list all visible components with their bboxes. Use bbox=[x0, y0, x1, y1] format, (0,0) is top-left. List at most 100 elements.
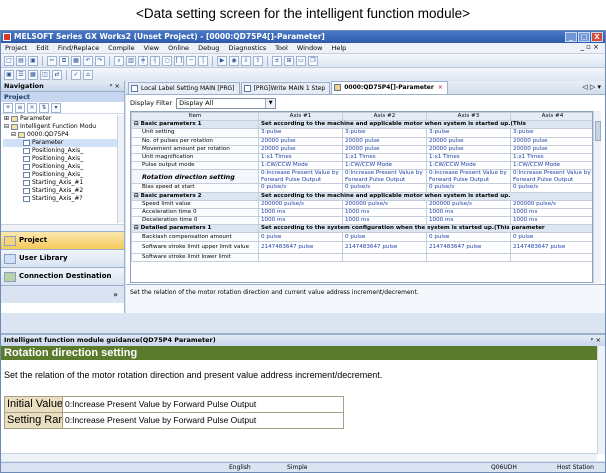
guidance-vertical-scrollbar[interactable] bbox=[597, 346, 605, 454]
guidance-horizontal-scrollbar[interactable] bbox=[1, 453, 597, 461]
tree-item[interactable]: Starting_Axis_#? bbox=[3, 195, 122, 203]
open-icon[interactable]: ▤ bbox=[16, 55, 26, 66]
minimize-button[interactable]: _ bbox=[565, 32, 577, 42]
axis-3-value-cell[interactable] bbox=[426, 252, 511, 262]
io-icon[interactable]: ⇄ bbox=[52, 69, 62, 80]
display-filter-select[interactable]: Display All ▼ bbox=[176, 97, 277, 109]
zoom-icon[interactable]: ± bbox=[272, 55, 282, 66]
tree-item[interactable]: Positioning_Axis_ bbox=[3, 147, 122, 155]
tab-parameter[interactable]: 0000:QD75P4[]-Parameter × bbox=[331, 81, 448, 94]
axis-4-value-cell[interactable]: 0 pulse bbox=[510, 232, 592, 242]
grid-icon[interactable]: ⊞ bbox=[284, 55, 294, 66]
axis-1-value-cell[interactable]: 20000 pulse bbox=[258, 136, 343, 146]
line-icon[interactable]: ─ bbox=[186, 55, 196, 66]
tree-item[interactable]: ⊟ Intelligent Function Modu bbox=[3, 123, 122, 131]
axis-1-value-cell[interactable]: 0 pulse/s bbox=[258, 183, 343, 193]
axis-2-value-cell[interactable]: 200000 pulse/s bbox=[342, 199, 427, 209]
axis-3-value-cell[interactable]: 1000 ms bbox=[426, 207, 511, 218]
axis-1-value-cell[interactable] bbox=[258, 252, 343, 262]
delete-icon[interactable]: × bbox=[27, 102, 37, 113]
axis-3-value-cell[interactable]: 0 pulse/s bbox=[426, 183, 511, 193]
axis-1-value-cell[interactable]: 0:Increase Present Value by Forward Puls… bbox=[258, 169, 343, 185]
axis-3-value-cell[interactable]: 200000 pulse/s bbox=[426, 199, 511, 209]
axis-1-value-cell[interactable]: 1000 ms bbox=[258, 216, 343, 226]
tree-item[interactable]: Starting_Axis_#1 bbox=[3, 179, 122, 187]
navigation-pin-close[interactable]: ᵖ × bbox=[110, 81, 120, 92]
axis-3-value-cell[interactable]: 1000 ms bbox=[426, 216, 511, 226]
copy-icon[interactable]: ⧉ bbox=[59, 55, 69, 66]
nav-project-button[interactable]: Project bbox=[1, 231, 124, 249]
tree-vertical-scrollbar[interactable] bbox=[117, 115, 124, 223]
grid-vertical-scrollbar[interactable] bbox=[593, 111, 601, 283]
table-icon[interactable]: ▦ bbox=[28, 69, 38, 80]
axis-2-value-cell[interactable]: 1:x1 Times bbox=[342, 152, 427, 163]
axis-4-value-cell[interactable]: 0:Increase Present Value by Forward Puls… bbox=[510, 169, 592, 185]
scroll-thumb[interactable] bbox=[595, 121, 601, 141]
contact-icon[interactable]: ┤ bbox=[150, 55, 160, 66]
nav-user-library-button[interactable]: User Library bbox=[1, 249, 124, 267]
sort-icon[interactable]: ⇅ bbox=[39, 102, 49, 113]
axis-4-value-cell[interactable]: 20000 pulse bbox=[510, 144, 592, 154]
paste-icon[interactable]: ▦ bbox=[71, 55, 81, 66]
menu-help[interactable]: Help bbox=[331, 44, 346, 52]
list-icon[interactable]: ☰ bbox=[16, 69, 26, 80]
cut-icon[interactable]: ✂ bbox=[47, 55, 57, 66]
tree-item[interactable]: ⊞ Parameter bbox=[3, 115, 122, 123]
window-icon[interactable]: ▭ bbox=[296, 55, 306, 66]
axis-2-value-cell[interactable] bbox=[342, 252, 427, 262]
axis-1-value-cell[interactable]: 0 pulse bbox=[258, 232, 343, 242]
axis-3-value-cell[interactable]: 2147483647 pulse bbox=[426, 240, 511, 254]
home-icon[interactable]: ⌂ bbox=[83, 69, 93, 80]
tab-local-label-setting[interactable]: Local Label Setting MAIN [PRG] bbox=[128, 82, 240, 94]
watch-icon[interactable]: ◫ bbox=[40, 69, 50, 80]
menu-window[interactable]: Window bbox=[297, 44, 323, 52]
menu-view[interactable]: View bbox=[144, 44, 159, 52]
mdi-controls[interactable]: _ ▫ × bbox=[580, 43, 599, 51]
read-plc-icon[interactable]: ⇧ bbox=[253, 55, 263, 66]
axis-4-value-cell[interactable]: 20000 pulse bbox=[510, 136, 592, 146]
tree-item[interactable]: Positioning_Axis_ bbox=[3, 155, 122, 163]
tree-item[interactable]: Positioning_Axis_ bbox=[3, 171, 122, 179]
function-icon[interactable]: [ ] bbox=[174, 55, 184, 66]
axis-2-value-cell[interactable]: 2147483647 pulse bbox=[342, 240, 427, 254]
axis-3-value-cell[interactable]: 20000 pulse bbox=[426, 144, 511, 154]
save-icon[interactable]: ▣ bbox=[28, 55, 38, 66]
axis-1-value-cell[interactable]: 3:pulse bbox=[258, 128, 343, 138]
menu-online[interactable]: Online bbox=[168, 44, 189, 52]
axis-4-value-cell[interactable] bbox=[510, 252, 592, 262]
axis-4-value-cell[interactable]: 1:x1 Times bbox=[510, 152, 592, 163]
navigation-toggle-icon[interactable]: ▣ bbox=[4, 69, 14, 80]
device-icon[interactable]: ▥ bbox=[126, 55, 136, 66]
axis-1-value-cell[interactable]: 1:x1 Times bbox=[258, 152, 343, 163]
axis-2-value-cell[interactable]: 3:pulse bbox=[342, 128, 427, 138]
axis-2-value-cell[interactable]: 1000 ms bbox=[342, 207, 427, 218]
guidance-pin-close[interactable]: ᵖ × bbox=[591, 335, 601, 346]
close-button[interactable]: X bbox=[591, 32, 603, 42]
tab-close-icon[interactable]: × bbox=[438, 84, 443, 91]
axis-2-value-cell[interactable]: 1:CW/CCW Mode bbox=[342, 161, 427, 171]
new-data-icon[interactable]: + bbox=[3, 102, 13, 113]
axis-4-value-cell[interactable]: 2147483647 pulse bbox=[510, 240, 592, 254]
axis-4-value-cell[interactable]: 200000 pulse/s bbox=[510, 199, 592, 209]
nav-expand-button[interactable]: » bbox=[1, 285, 124, 303]
find-icon[interactable]: ⌕ bbox=[114, 55, 124, 66]
axis-4-value-cell[interactable]: 1000 ms bbox=[510, 207, 592, 218]
axis-3-value-cell[interactable]: 20000 pulse bbox=[426, 136, 511, 146]
axis-2-value-cell[interactable]: 1000 ms bbox=[342, 216, 427, 226]
menu-project[interactable]: Project bbox=[5, 44, 27, 52]
menu-debug[interactable]: Debug bbox=[198, 44, 219, 52]
tree-horizontal-scrollbar[interactable] bbox=[1, 224, 124, 231]
axis-2-value-cell[interactable]: 0 pulse bbox=[342, 232, 427, 242]
axis-2-value-cell[interactable]: 20000 pulse bbox=[342, 136, 427, 146]
redo-icon[interactable]: ↷ bbox=[95, 55, 105, 66]
ladder-icon[interactable]: ╪ bbox=[138, 55, 148, 66]
check-icon[interactable]: ✓ bbox=[71, 69, 81, 80]
axis-1-value-cell[interactable]: 200000 pulse/s bbox=[258, 199, 343, 209]
monitor-icon[interactable]: ◉ bbox=[229, 55, 239, 66]
cascade-icon[interactable]: ❐ bbox=[308, 55, 318, 66]
axis-4-value-cell[interactable]: 0 pulse/s bbox=[510, 183, 592, 193]
tree-item[interactable]: Positioning_Axis_ bbox=[3, 163, 122, 171]
axis-2-value-cell[interactable]: 0:Increase Present Value by Forward Puls… bbox=[342, 169, 427, 185]
axis-4-value-cell[interactable]: 1000 ms bbox=[510, 216, 592, 226]
axis-1-value-cell[interactable]: 1000 ms bbox=[258, 207, 343, 218]
